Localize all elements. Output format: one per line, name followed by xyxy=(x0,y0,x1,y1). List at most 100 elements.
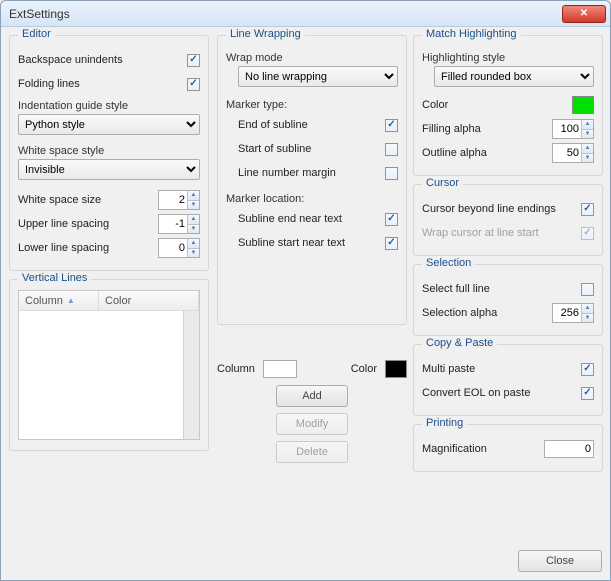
cursor-title: Cursor xyxy=(422,177,463,189)
selection-alpha-input[interactable] xyxy=(553,304,581,322)
convert-eol-label: Convert EOL on paste xyxy=(422,387,581,399)
linenum-margin-label: Line number margin xyxy=(238,167,385,179)
vlines-color-swatch[interactable] xyxy=(385,360,407,378)
spin-up-icon[interactable]: ▲ xyxy=(188,191,199,201)
vertical-lines-list[interactable]: Column▲ Color xyxy=(18,290,200,440)
wrap-cursor-checkbox xyxy=(581,227,594,240)
whitespace-size-label: White space size xyxy=(18,194,158,206)
spin-down-icon[interactable]: ▼ xyxy=(188,225,199,234)
spin-down-icon[interactable]: ▼ xyxy=(188,249,199,258)
close-icon: ✕ xyxy=(580,8,588,19)
titlebar: ExtSettings ✕ xyxy=(1,1,610,27)
spin-up-icon[interactable]: ▲ xyxy=(188,239,199,249)
copy-paste-title: Copy & Paste xyxy=(422,337,497,349)
subline-end-near-checkbox[interactable] xyxy=(385,213,398,226)
sort-asc-icon: ▲ xyxy=(67,296,75,305)
line-wrapping-title: Line Wrapping xyxy=(226,28,305,40)
magnification-input[interactable] xyxy=(544,440,594,458)
lower-spacing-input[interactable] xyxy=(159,239,187,257)
backspace-unindents-label: Backspace unindents xyxy=(18,54,187,66)
outline-alpha-input[interactable] xyxy=(553,144,581,162)
spin-down-icon[interactable]: ▼ xyxy=(188,201,199,210)
wrap-cursor-label: Wrap cursor at line start xyxy=(422,227,581,239)
selection-group: Selection Select full line Selection alp… xyxy=(413,264,603,336)
highlight-style-label: Highlighting style xyxy=(422,52,594,64)
folding-lines-label: Folding lines xyxy=(18,78,187,90)
select-full-line-label: Select full line xyxy=(422,283,581,295)
magnification-label: Magnification xyxy=(422,443,544,455)
selection-alpha-label: Selection alpha xyxy=(422,307,552,319)
filling-alpha-spinner[interactable]: ▲▼ xyxy=(552,119,594,139)
dialog-content: Editor Backspace unindents Folding lines… xyxy=(1,27,610,580)
wrap-mode-select[interactable]: No line wrapping xyxy=(238,66,398,87)
whitespace-size-input[interactable] xyxy=(159,191,187,209)
whitespace-size-spinner[interactable]: ▲▼ xyxy=(158,190,200,210)
multi-paste-label: Multi paste xyxy=(422,363,581,375)
whitespace-style-select[interactable]: Invisible xyxy=(18,159,200,180)
selection-alpha-spinner[interactable]: ▲▼ xyxy=(552,303,594,323)
copy-paste-group: Copy & Paste Multi paste Convert EOL on … xyxy=(413,344,603,416)
window-title: ExtSettings xyxy=(9,7,562,21)
spin-down-icon[interactable]: ▼ xyxy=(582,314,593,323)
convert-eol-checkbox[interactable] xyxy=(581,387,594,400)
end-subline-checkbox[interactable] xyxy=(385,119,398,132)
start-subline-checkbox[interactable] xyxy=(385,143,398,156)
start-subline-label: Start of subline xyxy=(238,143,385,155)
add-button[interactable]: Add xyxy=(276,385,348,407)
end-subline-label: End of subline xyxy=(238,119,385,131)
spin-up-icon[interactable]: ▲ xyxy=(582,144,593,154)
column-header-sort[interactable]: Column▲ xyxy=(19,291,99,310)
subline-start-near-checkbox[interactable] xyxy=(385,237,398,250)
match-title: Match Highlighting xyxy=(422,28,521,40)
vertical-lines-title: Vertical Lines xyxy=(18,272,91,284)
spin-down-icon[interactable]: ▼ xyxy=(582,154,593,163)
lower-spacing-spinner[interactable]: ▲▼ xyxy=(158,238,200,258)
cursor-group: Cursor Cursor beyond line endings Wrap c… xyxy=(413,184,603,256)
indent-guide-label: Indentation guide style xyxy=(18,100,200,112)
multi-paste-checkbox[interactable] xyxy=(581,363,594,376)
color-header[interactable]: Color xyxy=(99,291,199,310)
backspace-unindents-checkbox[interactable] xyxy=(187,54,200,67)
vertical-lines-group: Vertical Lines Column▲ Color xyxy=(9,279,209,451)
linenum-margin-checkbox[interactable] xyxy=(385,167,398,180)
match-color-swatch[interactable] xyxy=(572,96,594,114)
close-window-button[interactable]: ✕ xyxy=(562,5,606,23)
list-header: Column▲ Color xyxy=(19,291,199,311)
editor-group-title: Editor xyxy=(18,28,55,40)
spin-down-icon[interactable]: ▼ xyxy=(582,130,593,139)
spin-up-icon[interactable]: ▲ xyxy=(582,120,593,130)
subline-start-near-label: Subline start near text xyxy=(238,237,385,249)
editor-group: Editor Backspace unindents Folding lines… xyxy=(9,35,209,271)
upper-spacing-input[interactable] xyxy=(159,215,187,233)
marker-type-label: Marker type: xyxy=(226,99,398,111)
upper-spacing-spinner[interactable]: ▲▼ xyxy=(158,214,200,234)
select-full-line-checkbox[interactable] xyxy=(581,283,594,296)
spin-up-icon[interactable]: ▲ xyxy=(582,304,593,314)
vlines-column-label: Column xyxy=(217,363,255,375)
filling-alpha-label: Filling alpha xyxy=(422,123,552,135)
marker-loc-label: Marker location: xyxy=(226,193,398,205)
delete-button[interactable]: Delete xyxy=(276,441,348,463)
list-scrollbar[interactable] xyxy=(183,311,199,439)
dialog-footer: Close xyxy=(518,550,602,572)
upper-spacing-label: Upper line spacing xyxy=(18,218,158,230)
close-button[interactable]: Close xyxy=(518,550,602,572)
vlines-column-input[interactable] xyxy=(263,360,297,378)
spin-up-icon[interactable]: ▲ xyxy=(188,215,199,225)
highlight-style-select[interactable]: Filled rounded box xyxy=(434,66,594,87)
subline-end-near-label: Subline end near text xyxy=(238,213,385,225)
folding-lines-checkbox[interactable] xyxy=(187,78,200,91)
modify-button[interactable]: Modify xyxy=(276,413,348,435)
outline-alpha-label: Outline alpha xyxy=(422,147,552,159)
filling-alpha-input[interactable] xyxy=(553,120,581,138)
cursor-beyond-label: Cursor beyond line endings xyxy=(422,203,581,215)
outline-alpha-spinner[interactable]: ▲▼ xyxy=(552,143,594,163)
match-highlighting-group: Match Highlighting Highlighting style Fi… xyxy=(413,35,603,176)
lower-spacing-label: Lower line spacing xyxy=(18,242,158,254)
match-color-label: Color xyxy=(422,99,572,111)
settings-dialog: ExtSettings ✕ Editor Backspace unindents… xyxy=(0,0,611,581)
indent-guide-select[interactable]: Python style xyxy=(18,114,200,135)
printing-group: Printing Magnification xyxy=(413,424,603,472)
printing-title: Printing xyxy=(422,417,467,429)
cursor-beyond-checkbox[interactable] xyxy=(581,203,594,216)
